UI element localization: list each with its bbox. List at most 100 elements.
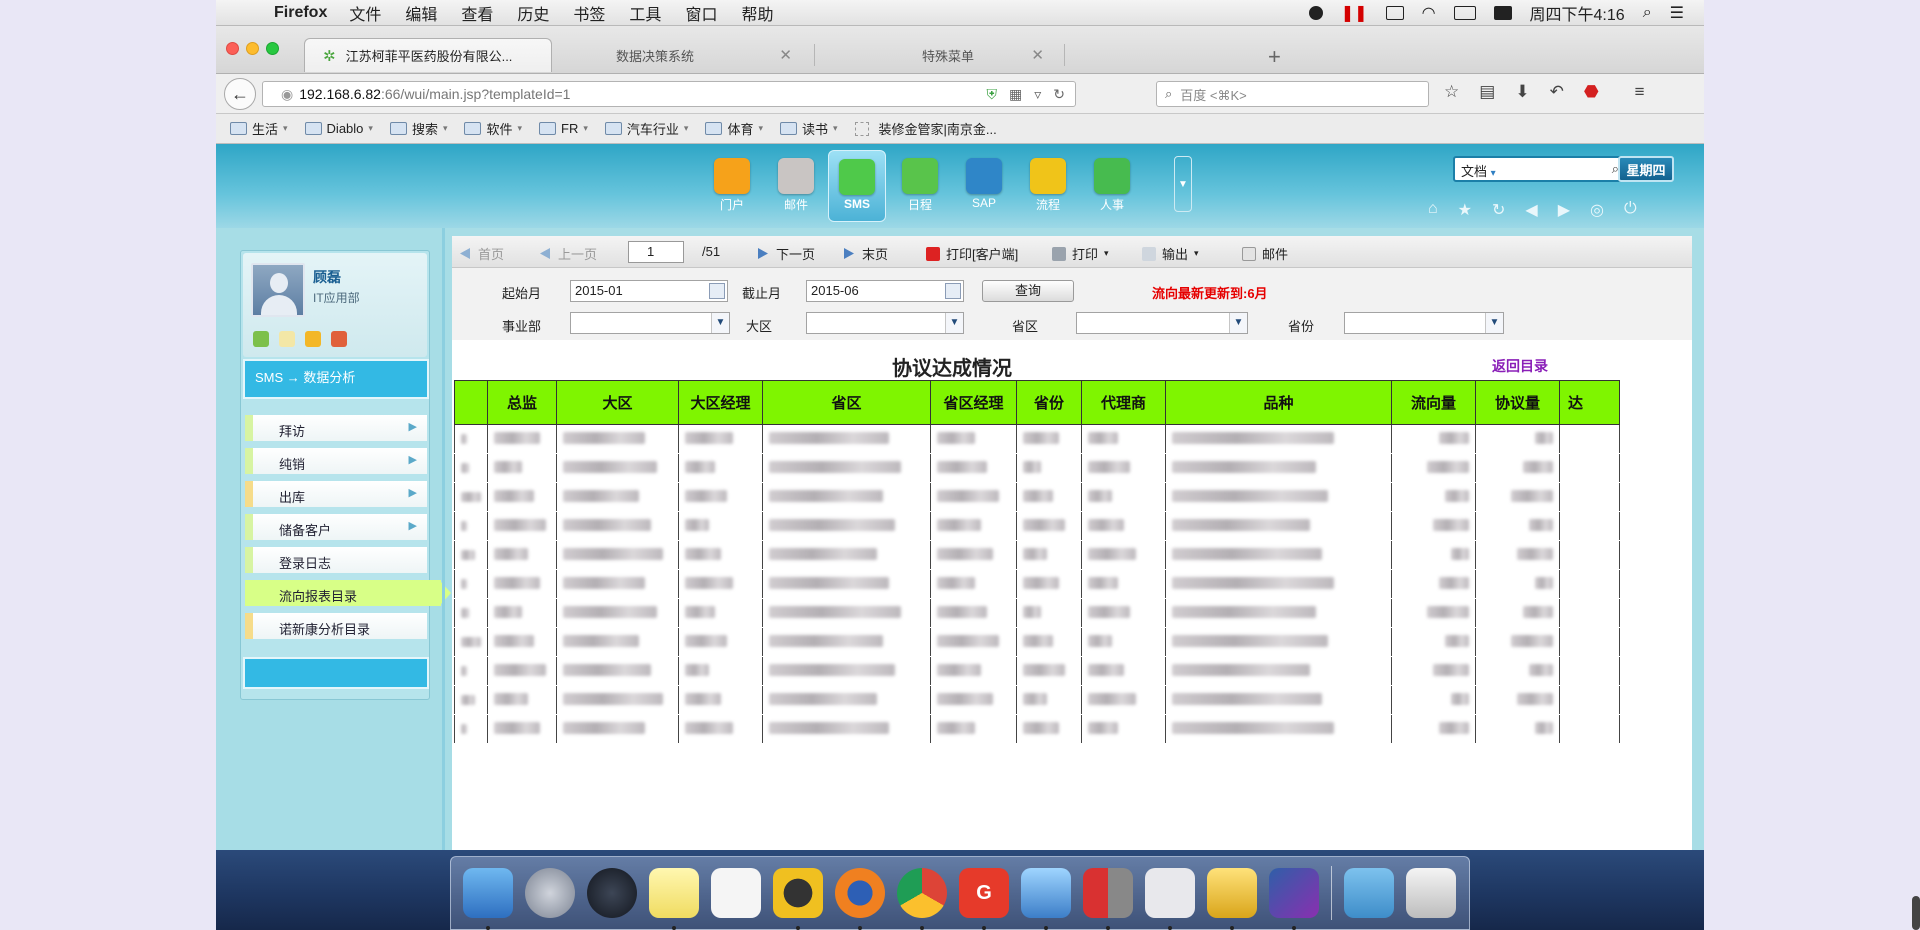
favorite-star-icon[interactable]: ★ [1458,200,1472,220]
menu-help[interactable]: 帮助 [741,1,773,25]
column-header[interactable]: 总监 [487,380,557,425]
last-page-button[interactable]: 末页 [844,244,888,263]
adblock-icon[interactable]: ⬣ [1584,82,1599,102]
table-row[interactable] [454,424,1620,454]
bookmark-folder-fr[interactable]: FR ▾ [539,121,588,136]
menu-window[interactable]: 窗口 [685,1,717,25]
table-row[interactable] [454,627,1620,657]
region-select[interactable]: ▼ [806,312,964,334]
memory-icon[interactable] [1385,5,1404,20]
bookmark-star-icon[interactable]: ☆ [1444,82,1459,102]
table-row[interactable] [454,540,1620,570]
close-tab-icon[interactable]: ✕ [1031,46,1044,64]
g-app-icon[interactable]: G [959,868,1009,930]
mail-button[interactable]: 邮件 [1242,244,1288,263]
next-page-button[interactable]: 下一页 [758,244,815,263]
vm-window-icon[interactable] [1145,868,1195,930]
shield-icon[interactable]: ⛨ [987,86,998,103]
download-icon[interactable]: ⬇ [1515,82,1529,102]
calendar-icon[interactable] [709,283,725,299]
chrome-icon[interactable] [897,868,947,930]
column-header[interactable]: 品种 [1165,380,1392,425]
table-row[interactable] [454,482,1620,512]
org-chart-icon[interactable] [331,331,347,347]
module-sap[interactable]: SAP [956,154,1012,220]
back-to-catalog-link[interactable]: 返回目录 [1492,356,1548,376]
nav-item-pure-sales[interactable]: 纯销 ▶ [245,448,427,474]
close-tab-icon[interactable]: ✕ [779,46,792,64]
print-button[interactable]: 打印 ▾ [1052,244,1109,263]
table-row[interactable] [454,714,1620,744]
reload-icon[interactable]: ↻ [1053,86,1065,103]
parallels-icon[interactable] [1083,868,1133,930]
reading-list-icon[interactable]: ▤ [1479,82,1495,102]
menu-file[interactable]: 文件 [349,1,381,25]
tab-special-menu[interactable]: 特殊菜单 ✕ [816,38,1062,72]
app-menu[interactable]: Firefox [274,4,327,22]
query-button[interactable]: 查询 [982,280,1074,302]
province-select[interactable]: ▼ [1344,312,1504,334]
close-window-icon[interactable] [226,42,239,55]
search-input[interactable]: ⌕ 百度 <⌘K> [1156,81,1429,107]
lock-icon[interactable] [305,331,321,347]
calendar-icon[interactable] [945,283,961,299]
bookmark-folder-search[interactable]: 搜索 ▾ [389,119,447,138]
end-month-input[interactable]: 2015-06 [806,280,964,302]
input-method-icon[interactable] [1493,5,1512,20]
qr-code-icon[interactable]: ▦ [1009,86,1022,103]
export-button[interactable]: 输出 ▾ [1142,244,1199,263]
quicktime-icon[interactable] [587,868,637,918]
bookmark-folder-reading[interactable]: 读书 ▾ [780,119,838,138]
page-number-input[interactable]: 1 [628,241,684,263]
dropdown-icon[interactable]: ▿ [1034,86,1041,103]
column-header[interactable]: 大区 [556,380,679,425]
bookmark-folder-auto[interactable]: 汽车行业 ▾ [604,119,688,138]
print-client-button[interactable]: 打印[客户端] [926,244,1018,263]
qq-icon[interactable] [773,868,823,930]
nav-item-nuoxinkang-catalog[interactable]: 诺新康分析目录 [245,613,427,639]
user-name[interactable]: 顾磊 [313,267,341,287]
table-row[interactable] [454,598,1620,628]
bookmark-folder-sports[interactable]: 体育 ▾ [705,119,763,138]
tab-kefeiping[interactable]: ✲ 江苏柯菲平医药股份有限公... [304,38,552,72]
table-row[interactable] [454,511,1620,541]
first-page-button[interactable]: 首页 [460,244,504,263]
wifi-icon[interactable]: ◠ [1422,3,1436,23]
column-header[interactable]: 达 [1559,380,1620,425]
power-icon[interactable]: ⏻ [1624,200,1637,220]
finder-icon[interactable] [463,868,513,930]
division-select[interactable]: ▼ [570,312,730,334]
nav-item-reserve-customers[interactable]: 储备客户 ▶ [245,514,427,540]
remote-desktop-icon[interactable] [1021,868,1071,930]
back-arrow-icon[interactable]: ◀ [1525,200,1537,220]
menu-view[interactable]: 查看 [461,1,493,25]
share-icon[interactable]: ↶ [1550,82,1564,102]
zoom-window-icon[interactable] [266,42,279,55]
province-area-select[interactable]: ▼ [1076,312,1248,334]
back-button[interactable]: ← [224,78,256,110]
bookmark-folder-life[interactable]: 生活 ▾ [230,119,288,138]
hamburger-menu-icon[interactable]: ≡ [1635,82,1645,102]
menu-history[interactable]: 历史 [517,1,549,25]
minimize-window-icon[interactable] [246,42,259,55]
panel-splitter[interactable] [442,228,445,850]
search-type-select[interactable]: 文档 ▾ [1461,161,1496,180]
firefox-icon[interactable] [835,868,885,930]
column-header[interactable]: 大区经理 [678,380,763,425]
table-row[interactable] [454,685,1620,715]
vm-app-icon[interactable] [1269,868,1319,930]
battery-icon[interactable] [1453,5,1476,20]
reminders-icon[interactable] [711,868,761,918]
notepad-icon[interactable] [279,331,295,347]
notes-icon[interactable] [649,868,699,930]
module-calendar[interactable]: 日程 [892,154,948,220]
table-row[interactable] [454,656,1620,686]
nav-item-outbound[interactable]: 出库 ▶ [245,481,427,507]
nav-item-login-log[interactable]: 登录日志 [245,547,427,573]
tab-decision-system[interactable]: 数据决策系统 ✕ [564,38,810,72]
url-bar[interactable]: ◉ 192.168.6.82 :66/wui/main.jsp?template… [262,81,1076,107]
clock[interactable]: 周四下午4:16 [1530,1,1625,25]
forward-arrow-icon[interactable]: ▶ [1558,200,1570,220]
bookmark-folder-diablo[interactable]: Diablo ▾ [304,121,373,136]
module-sms[interactable]: SMS [828,150,886,222]
